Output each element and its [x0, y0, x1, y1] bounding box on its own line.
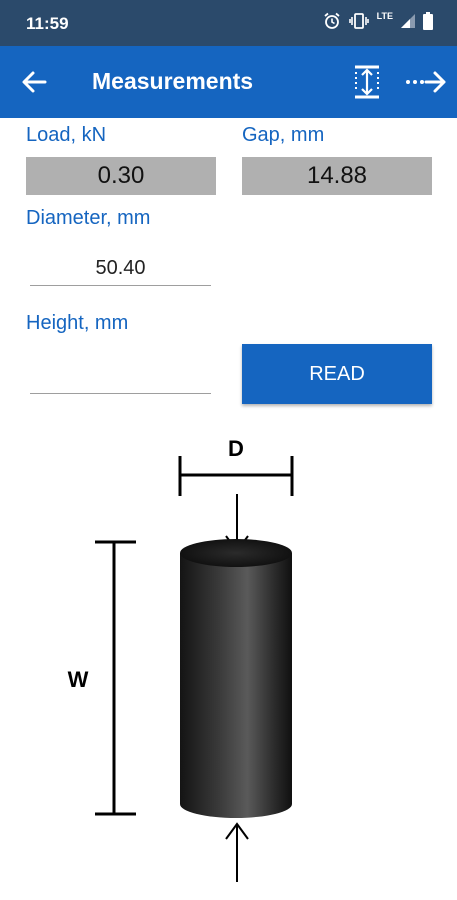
- battery-icon: [423, 12, 433, 30]
- status-time: 11:59: [26, 14, 69, 33]
- bottom-load-arrow: [225, 822, 249, 882]
- vibrate-icon: [348, 13, 369, 29]
- height-dimension-line: [95, 540, 136, 816]
- load-value: 0.30: [26, 157, 216, 195]
- status-bar: 11:59 LTE: [0, 0, 457, 46]
- network-type: LTE: [376, 11, 393, 21]
- dotted-arrow-forward-icon: [406, 71, 446, 93]
- gap-value: 14.88: [242, 157, 432, 195]
- vertical-measure-icon: [355, 65, 379, 99]
- height-dimension-label: W: [68, 667, 89, 692]
- load-label: Load, kN: [26, 124, 107, 146]
- back-button[interactable]: [20, 68, 50, 96]
- height-label: Height, mm: [26, 312, 129, 334]
- app-bar: Measurements: [0, 46, 457, 118]
- page-title: Measurements: [92, 68, 254, 94]
- height-input[interactable]: [30, 360, 211, 394]
- diameter-input[interactable]: [30, 252, 211, 286]
- next-button[interactable]: [404, 68, 448, 96]
- read-button[interactable]: READ: [242, 344, 432, 404]
- gap-label: Gap, mm: [242, 124, 325, 146]
- diameter-dimension-line: [178, 456, 294, 496]
- alarm-icon: [324, 12, 340, 29]
- arrow-back-icon: [22, 71, 47, 93]
- cylinder-specimen: [180, 539, 292, 818]
- diameter-label: Diameter, mm: [26, 207, 151, 229]
- measure-gap-button[interactable]: [350, 64, 384, 100]
- diameter-dimension-label: D: [228, 436, 244, 461]
- specimen-diagram: D W: [68, 436, 294, 882]
- signal-icon: [401, 14, 415, 28]
- status-icons: LTE: [323, 11, 433, 30]
